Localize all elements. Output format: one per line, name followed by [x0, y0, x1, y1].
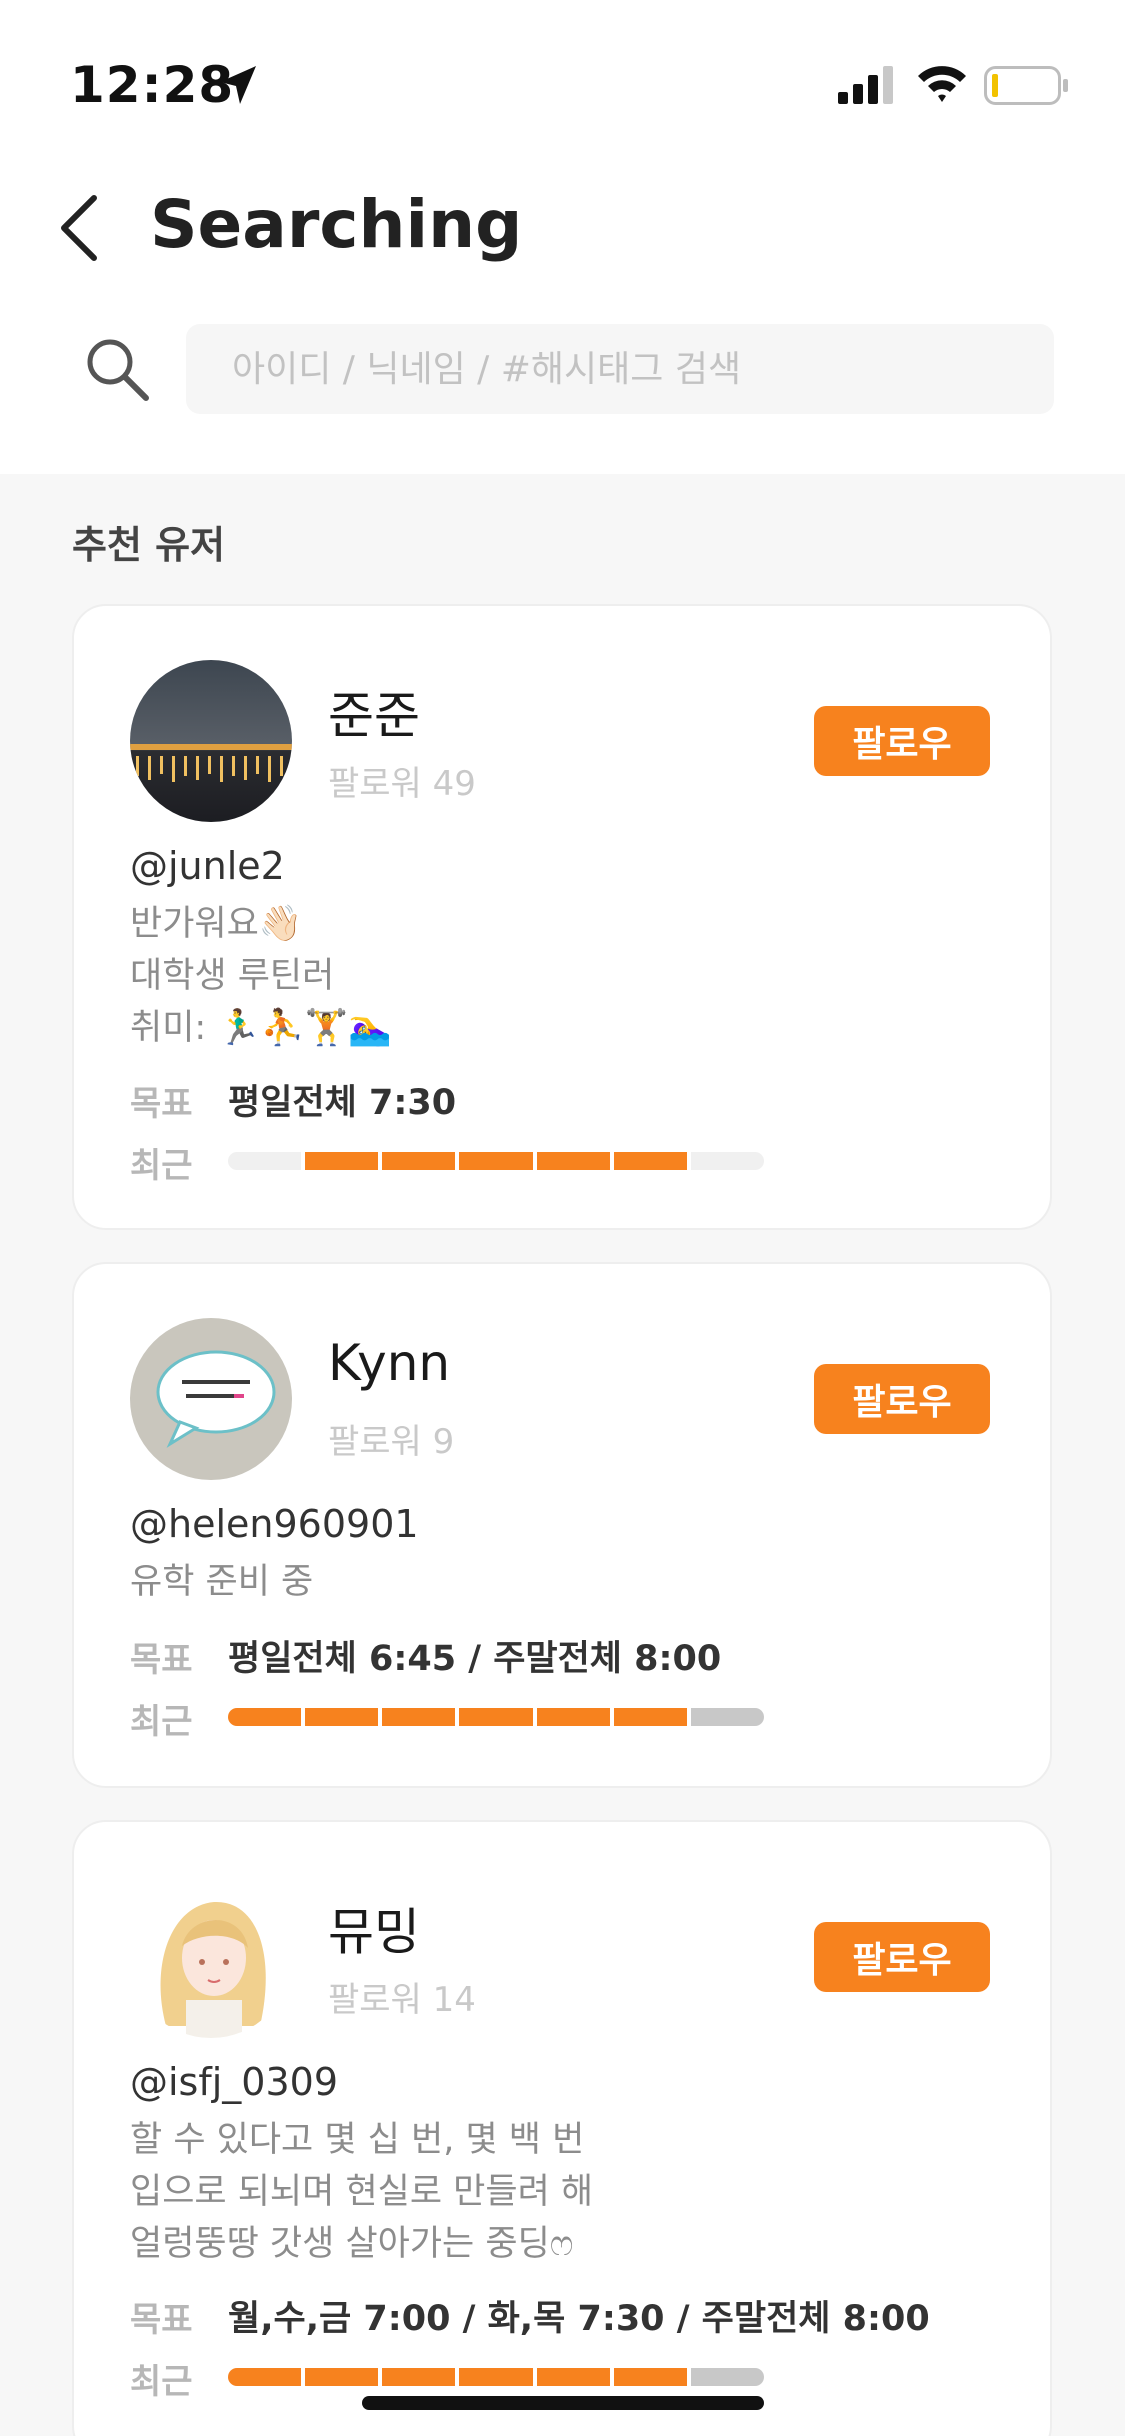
recent-day-segment — [382, 1708, 456, 1726]
goal-value: 평일전체 6:45 / 주말전체 8:00 — [228, 1639, 722, 1679]
user-bio: 반가워요👋🏻 대학생 루틴러 취미: 🏃‍♂️⛹️🏋️🏊‍♀️ — [130, 898, 392, 1054]
goal-label: 목표 — [130, 1640, 193, 1680]
recent-day-segment — [613, 2368, 687, 2386]
bio-line: 할 수 있다고 몇 십 번, 몇 백 번 — [130, 2120, 585, 2160]
goal-label: 목표 — [130, 2300, 193, 2340]
recent-day-segment — [459, 1152, 533, 1170]
recent-day-segment — [228, 2368, 302, 2386]
recent-day-segment — [305, 2368, 379, 2386]
recent-label: 최근 — [130, 2362, 193, 2402]
bio-line: 반가워요👋🏻 — [130, 904, 303, 944]
follow-button[interactable]: 팔로우 — [814, 1364, 990, 1434]
recent-day-segment — [305, 1708, 379, 1726]
follower-count: 팔로워 14 — [328, 1980, 476, 2020]
chevron-left-icon — [61, 195, 97, 261]
back-button[interactable] — [52, 190, 112, 266]
goal-label: 목표 — [130, 1084, 193, 1124]
recent-progress — [228, 2368, 764, 2386]
user-card[interactable]: 뮤밍 팔로워 14 팔로우 @isfj_0309 할 수 있다고 몇 십 번, … — [72, 1820, 1052, 2436]
user-bio: 유학 준비 중 — [130, 1556, 313, 1608]
recent-day-segment — [459, 2368, 533, 2386]
bio-line: 취미: 🏃‍♂️⛹️🏋️🏊‍♀️ — [130, 1008, 392, 1048]
wifi-icon — [916, 62, 968, 108]
recent-day-segment — [536, 1152, 610, 1170]
user-card[interactable]: 준준 팔로워 49 팔로우 @junle2 반가워요👋🏻 대학생 루틴러 취미:… — [72, 604, 1052, 1230]
recent-day-segment — [690, 1708, 764, 1726]
recent-label: 최근 — [130, 1146, 193, 1186]
goal-value: 평일전체 7:30 — [228, 1083, 457, 1123]
bio-line: 입으로 되뇌며 현실로 만들려 해 — [130, 2172, 594, 2212]
recent-day-segment — [382, 2368, 456, 2386]
follow-button[interactable]: 팔로우 — [814, 706, 990, 776]
recent-day-segment — [305, 1152, 379, 1170]
search-icon[interactable] — [84, 336, 150, 406]
signal-icon — [838, 66, 898, 110]
user-name: 뮤밍 — [328, 1903, 420, 1961]
user-card[interactable]: Kynn 팔로워 9 팔로우 @helen960901 유학 준비 중 목표 평… — [72, 1262, 1052, 1788]
user-handle: @isfj_0309 — [130, 2060, 338, 2104]
user-bio: 할 수 있다고 몇 십 번, 몇 백 번 입으로 되뇌며 현실로 만들려 해 얼… — [130, 2114, 593, 2270]
follow-button[interactable]: 팔로우 — [814, 1922, 990, 1992]
follower-count: 팔로워 9 — [328, 1422, 455, 1462]
location-arrow-icon — [218, 64, 258, 110]
user-name: 준준 — [328, 687, 420, 745]
home-indicator[interactable] — [362, 2396, 764, 2410]
bio-line: 유학 준비 중 — [130, 1562, 314, 1602]
bio-line: 얼렁뚱땅 갓생 살아가는 중딩ෆ — [130, 2224, 574, 2264]
recent-day-segment — [613, 1152, 687, 1170]
recent-day-segment — [690, 2368, 764, 2386]
recent-day-segment — [613, 1708, 687, 1726]
recent-progress — [228, 1708, 764, 1726]
recent-day-segment — [459, 1708, 533, 1726]
recent-label: 최근 — [130, 1702, 193, 1742]
recent-day-segment — [228, 1152, 302, 1170]
user-handle: @junle2 — [130, 844, 285, 888]
section-title: 추천 유저 — [72, 523, 226, 567]
battery-icon — [984, 66, 1070, 110]
avatar[interactable] — [130, 660, 292, 822]
follower-count: 팔로워 49 — [328, 764, 476, 804]
avatar[interactable] — [130, 1876, 292, 2038]
goal-value: 월,수,금 7:00 / 화,목 7:30 / 주말전체 8:00 — [228, 2299, 930, 2339]
recent-progress — [228, 1152, 764, 1170]
status-time: 12:28 — [70, 56, 235, 114]
status-bar: 12:28 — [0, 0, 1125, 150]
recent-day-segment — [382, 1152, 456, 1170]
user-name: Kynn — [328, 1334, 451, 1392]
recent-day-segment — [690, 1152, 764, 1170]
page-title: Searching — [150, 186, 523, 263]
recent-day-segment — [536, 2368, 610, 2386]
recent-day-segment — [536, 1708, 610, 1726]
avatar[interactable] — [130, 1318, 292, 1480]
user-handle: @helen960901 — [130, 1502, 419, 1546]
bio-line: 대학생 루틴러 — [130, 956, 335, 996]
search-input[interactable] — [186, 324, 1054, 414]
recent-day-segment — [228, 1708, 302, 1726]
